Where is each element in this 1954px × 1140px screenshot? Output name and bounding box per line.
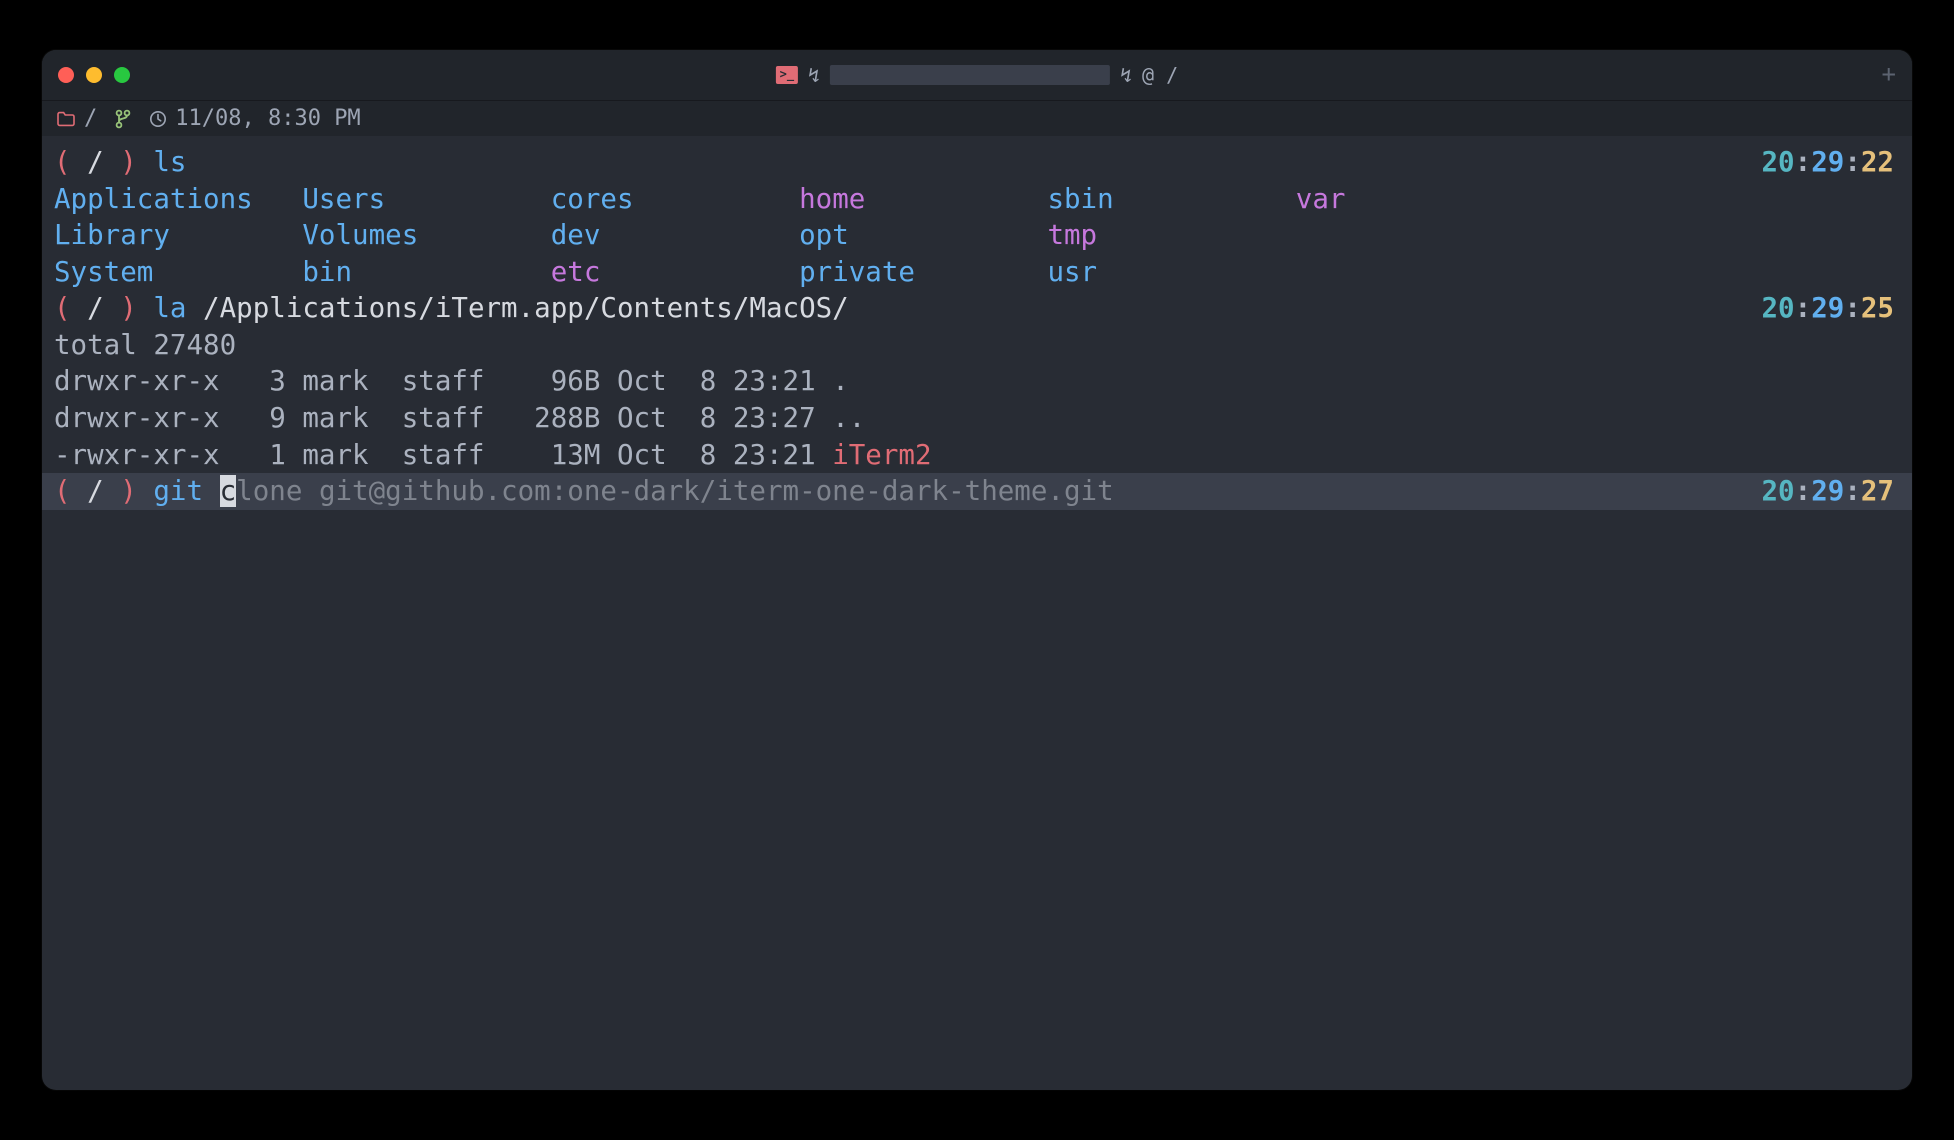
command-name: ls [153, 146, 186, 178]
prompt-path: / [71, 146, 121, 178]
la-group: staff [402, 439, 501, 471]
ls-item: private [799, 256, 1047, 288]
prompt-close: ) [120, 146, 137, 178]
folder-icon [56, 111, 76, 127]
command-timestamp: 20:29:27 [1762, 475, 1895, 507]
prompt-close: ) [120, 292, 137, 324]
la-row: drwxr-xr-x 9 mark staff 288B Oct 8 23:27… [54, 400, 1900, 437]
la-perm: drwxr-xr-x [54, 402, 253, 434]
ls-item [1296, 256, 1544, 288]
prompt-line-active[interactable]: ( / ) git clone git@github.com:one-dark/… [42, 473, 1912, 510]
ls-item: tmp [1047, 219, 1295, 251]
la-owner: mark [302, 365, 401, 397]
la-name: iTerm2 [832, 439, 931, 471]
ls-row: System bin etc private usr [54, 254, 1900, 291]
ls-item: Applications [54, 183, 302, 215]
la-links: 9 [253, 402, 303, 434]
prompt-open: ( [54, 475, 71, 507]
ls-item: Volumes [302, 219, 550, 251]
ls-item: sbin [1047, 183, 1295, 215]
la-links: 3 [253, 365, 303, 397]
ls-item: home [799, 183, 1047, 215]
git-branch-icon [115, 109, 131, 129]
status-bar: / 11/0 [42, 100, 1912, 136]
fullscreen-button[interactable] [114, 67, 130, 83]
title-arrow-left: ↯ [808, 62, 820, 89]
autosuggestion: lone git@github.com:one-dark/iterm-one-d… [236, 475, 1114, 507]
ls-item: var [1296, 183, 1544, 215]
ls-item: Users [302, 183, 550, 215]
ls-item: bin [302, 256, 550, 288]
status-time: 11/08, 8:30 PM [149, 104, 360, 133]
ls-item: opt [799, 219, 1047, 251]
status-folder: / [56, 104, 97, 133]
la-size: 288B [501, 402, 617, 434]
ls-item: dev [551, 219, 799, 251]
prompt-path: / [71, 475, 121, 507]
title-arrow-right: ↯ [1120, 62, 1132, 89]
close-button[interactable] [58, 67, 74, 83]
ls-row: Applications Users cores home sbin var [54, 181, 1900, 218]
command-timestamp: 20:29:22 [1762, 146, 1895, 178]
title-path-label: @ / [1142, 62, 1178, 89]
la-owner: mark [302, 402, 401, 434]
la-name: .. [832, 402, 865, 434]
la-group: staff [402, 402, 501, 434]
status-timestamp: 11/08, 8:30 PM [175, 104, 360, 133]
la-size: 13M [501, 439, 617, 471]
terminal-icon: >_ [776, 66, 798, 84]
la-date: Oct 8 23:21 [617, 365, 832, 397]
ls-item [1296, 219, 1544, 251]
command-args: /Applications/iTerm.app/Contents/MacOS/ [186, 292, 848, 324]
command-timestamp: 20:29:25 [1762, 292, 1895, 324]
la-total: total 27480 [54, 327, 1900, 364]
la-perm: -rwxr-xr-x [54, 439, 253, 471]
status-folder-path: / [84, 104, 97, 133]
la-date: Oct 8 23:21 [617, 439, 832, 471]
titlebar: >_ ↯ ↯ @ / + [42, 50, 1912, 100]
la-row: drwxr-xr-x 3 mark staff 96B Oct 8 23:21 … [54, 363, 1900, 400]
ls-item: etc [551, 256, 799, 288]
minimize-button[interactable] [86, 67, 102, 83]
la-date: Oct 8 23:27 [617, 402, 832, 434]
ls-item: Library [54, 219, 302, 251]
ls-item: cores [551, 183, 799, 215]
traffic-lights [58, 67, 130, 83]
la-owner: mark [302, 439, 401, 471]
la-links: 1 [253, 439, 303, 471]
la-perm: drwxr-xr-x [54, 365, 253, 397]
prompt-line: ( / ) ls 20:29:22 [54, 144, 1900, 181]
terminal-window: >_ ↯ ↯ @ / + / [42, 50, 1912, 1090]
ls-item: System [54, 256, 302, 288]
la-group: staff [402, 365, 501, 397]
prompt-line: ( / ) la /Applications/iTerm.app/Content… [54, 290, 1900, 327]
prompt-open: ( [54, 292, 71, 324]
cursor: c [220, 475, 237, 507]
prompt-path: / [71, 292, 121, 324]
la-name: . [832, 365, 849, 397]
terminal-content[interactable]: ( / ) ls20:29:22Applications Users cores… [42, 136, 1912, 1090]
clock-icon [149, 110, 167, 128]
prompt-open: ( [54, 146, 71, 178]
command-name: la [153, 292, 186, 324]
window-title: >_ ↯ ↯ @ / [776, 62, 1178, 89]
ls-row: Library Volumes dev opt tmp [54, 217, 1900, 254]
la-row: -rwxr-xr-x 1 mark staff 13M Oct 8 23:21 … [54, 437, 1900, 474]
new-tab-button[interactable]: + [1882, 59, 1896, 91]
ls-item: usr [1047, 256, 1295, 288]
prompt-close: ) [120, 475, 137, 507]
la-size: 96B [501, 365, 617, 397]
tab-bar[interactable] [830, 65, 1110, 85]
status-branch [115, 109, 131, 129]
command-name: git [153, 475, 219, 507]
